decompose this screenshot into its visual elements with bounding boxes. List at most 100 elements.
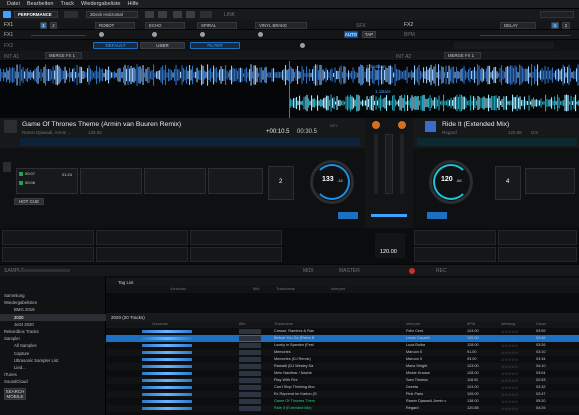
- col-interpret-top[interactable]: Interpret: [331, 287, 345, 291]
- mixer-icon[interactable]: [173, 11, 182, 18]
- row-rating-stars[interactable]: ☆☆☆☆☆: [501, 329, 518, 334]
- fx1-effect-4[interactable]: VINYL BRAKE: [255, 22, 307, 29]
- tree-item[interactable]: Lied...: [0, 364, 106, 371]
- fx1-effect-3[interactable]: SPIRAL: [197, 22, 237, 29]
- auto-button[interactable]: AUTO: [344, 31, 358, 38]
- table-row[interactable]: Can't Stop Thinking Abo Dzeeta 124.00 03:32…: [106, 384, 579, 391]
- table-row[interactable]: Ex Reprend Im Karton (G Pink Paris 126.00 0…: [106, 391, 579, 398]
- filter-button[interactable]: FILTER: [190, 42, 240, 49]
- row-preview-wave[interactable]: [142, 357, 192, 361]
- fx1-channel-2[interactable]: 2: [50, 22, 57, 29]
- deck2-mini-waveform[interactable]: [417, 138, 577, 146]
- sfx-level-bar[interactable]: [454, 42, 554, 49]
- menu-bearbeiten[interactable]: Bearbeiten: [27, 1, 54, 7]
- deck1-pad-4[interactable]: [208, 168, 263, 194]
- table-row[interactable]: Ride It (Extended Mix) Regard 120.88 04:29 ☆…: [106, 405, 579, 412]
- row-preview-wave[interactable]: [142, 364, 192, 368]
- hotcue-button[interactable]: HOT CUE: [14, 198, 44, 205]
- deck1-pad-2[interactable]: [80, 168, 142, 194]
- tree-item[interactable]: Ultrasonic Sampler List: [0, 357, 106, 364]
- fx1-knob-4[interactable]: [258, 32, 263, 37]
- tree-item[interactable]: Rekordbox Tracks: [0, 328, 106, 335]
- fx-panel-icon[interactable]: [186, 11, 195, 18]
- deck2-jog[interactable]: 120 .88: [429, 160, 473, 204]
- col-trackname-top[interactable]: Trackname: [276, 287, 295, 291]
- mix-left-select[interactable]: MERGE FX 1: [45, 52, 82, 59]
- link-button[interactable]: LINK: [224, 12, 235, 18]
- sampler-slot-7[interactable]: [96, 247, 188, 262]
- sampler-slot-2[interactable]: [96, 230, 188, 245]
- row-rating-stars[interactable]: ☆☆☆☆☆: [501, 364, 518, 369]
- sampler-master-fader[interactable]: 120.00: [375, 233, 405, 258]
- deck2-pad-1[interactable]: [525, 168, 575, 194]
- tree-item[interactable]: Sammlung: [0, 292, 106, 299]
- row-preview-wave[interactable]: [142, 350, 192, 354]
- table-row[interactable]: Lovely in Spanien (Fest Luca Bulba 128.00 0…: [106, 342, 579, 349]
- fx1-beat-bar[interactable]: [31, 35, 86, 36]
- deck1-sync-icon[interactable]: [372, 121, 380, 129]
- tree-item[interactable]: BMG 2019: [0, 306, 106, 313]
- sampler-slot-10[interactable]: [498, 247, 577, 262]
- row-rating-stars[interactable]: ☆☆☆☆☆: [501, 399, 518, 404]
- table-row[interactable]: Game Of Thrones Them Ramin Djawadi, Armin…: [106, 398, 579, 405]
- menu-wiedergabeliste[interactable]: Wiedergabeliste: [81, 1, 120, 7]
- sample-volume-slider[interactable]: [20, 269, 70, 272]
- col-bpm[interactable]: BPM: [467, 322, 475, 326]
- row-preview-wave[interactable]: [142, 385, 192, 389]
- col-vorschau-top[interactable]: Vorschau: [170, 287, 186, 291]
- tree-item[interactable]: Wiedergabelisten: [0, 299, 106, 306]
- table-row[interactable]: Ramadi (DJ Wesley Sa Mans Wright 123.00 04:…: [106, 363, 579, 370]
- deck1-list-icon[interactable]: [3, 162, 11, 172]
- fx1-effect-1[interactable]: ROBOT: [95, 22, 135, 29]
- fx1-knob-1[interactable]: [99, 32, 104, 37]
- search-mobile-button[interactable]: SEARCH MOBILE: [4, 388, 26, 400]
- fx2-channel-1[interactable]: 1: [551, 22, 559, 29]
- row-preview-wave[interactable]: [142, 406, 192, 410]
- row-preview-wave[interactable]: [142, 378, 192, 382]
- row-rating-stars[interactable]: ☆☆☆☆☆: [501, 406, 518, 411]
- row-rating-stars[interactable]: ☆☆☆☆☆: [501, 378, 518, 383]
- sfx-knob[interactable]: [300, 43, 305, 48]
- deck1-mini-waveform[interactable]: [20, 138, 360, 146]
- crossfader[interactable]: [371, 214, 407, 217]
- tree-item[interactable]: Jetzt 2020: [0, 321, 106, 328]
- row-preview-wave[interactable]: [142, 392, 192, 396]
- sampler-slot-9[interactable]: [414, 247, 496, 262]
- grid-icon[interactable]: [158, 11, 167, 18]
- row-rating-stars[interactable]: ☆☆☆☆☆: [501, 357, 518, 362]
- sampler-slot-5[interactable]: [498, 230, 577, 245]
- col-vorschau[interactable]: Vorschau: [152, 322, 168, 326]
- deck1-quantize-button[interactable]: [338, 212, 358, 219]
- table-row[interactable]: Crease, Ramirez & Ran Feliz Cent 124.00 03:…: [106, 328, 579, 335]
- fx1-effect-2[interactable]: ECHO: [145, 22, 185, 29]
- col-bild-top[interactable]: Bild: [253, 287, 259, 291]
- tree-item[interactable]: Sampler: [0, 335, 106, 342]
- menu-hilfe[interactable]: Hilfe: [127, 1, 138, 7]
- row-preview-wave[interactable]: [142, 343, 192, 347]
- tree-item[interactable]: All Samples: [0, 342, 106, 349]
- user-button[interactable]: USER: [140, 42, 185, 49]
- col-trackname[interactable]: Trackname: [274, 322, 293, 326]
- tree-item[interactable]: SoundCloud: [0, 378, 106, 385]
- record-monitor-icon[interactable]: [64, 11, 78, 18]
- taglist-label[interactable]: Tag List: [118, 280, 134, 285]
- row-rating-stars[interactable]: ☆☆☆☆☆: [501, 385, 518, 390]
- fx2-channel-2[interactable]: 2: [562, 22, 570, 29]
- table-row[interactable]: Mein Nachbar / Nachb Mickie Krause 128.00 0…: [106, 370, 579, 377]
- deck2-beatjump[interactable]: 4: [495, 166, 521, 200]
- tree-item[interactable]: Capture: [0, 350, 106, 357]
- eq-column[interactable]: [385, 134, 393, 194]
- record-button[interactable]: [409, 268, 415, 274]
- sampler-slot-3[interactable]: [190, 230, 282, 245]
- mode-select[interactable]: PERFORMANCE: [14, 11, 58, 18]
- sampler-slot-1[interactable]: [2, 230, 94, 245]
- default-button[interactable]: DEFAULT: [93, 42, 138, 49]
- browse-icon[interactable]: [145, 11, 154, 18]
- row-rating-stars[interactable]: ☆☆☆☆☆: [501, 392, 518, 397]
- fx1-channel-1[interactable]: 1: [40, 22, 47, 29]
- row-preview-wave[interactable]: [142, 371, 192, 375]
- fx2-effect-1[interactable]: DELAY: [500, 22, 536, 29]
- fx1-knob-2[interactable]: [152, 32, 157, 37]
- tree-item[interactable]: 2020: [0, 313, 106, 321]
- row-preview-wave[interactable]: [142, 329, 192, 333]
